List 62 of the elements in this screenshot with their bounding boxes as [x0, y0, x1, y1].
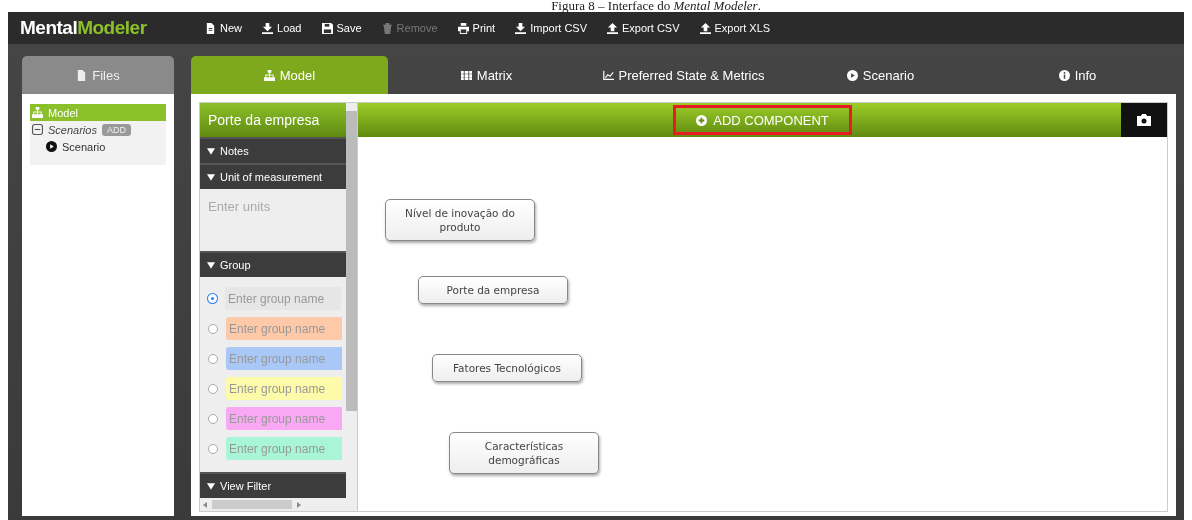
toolbar-button[interactable]: Import CSV — [515, 22, 588, 34]
tab[interactable]: Info — [979, 56, 1176, 94]
caret-down-icon — [207, 147, 215, 155]
group-name-field[interactable]: Enter group name — [226, 347, 342, 370]
section-header[interactable]: Unit of measurement — [200, 163, 346, 189]
units-field[interactable]: Enter units — [200, 189, 336, 224]
radio-button[interactable] — [208, 443, 218, 454]
group-name-field[interactable]: Enter group name — [226, 377, 342, 400]
camera-icon — [1137, 114, 1151, 126]
caret-down-icon — [207, 173, 215, 181]
section-header[interactable]: View Filter — [200, 472, 346, 498]
info-icon — [1058, 69, 1070, 81]
collapse-icon[interactable] — [32, 124, 43, 135]
caret-down-icon — [207, 261, 215, 269]
caret-down-icon — [207, 482, 215, 490]
group-name-field[interactable]: Enter group name — [225, 287, 341, 310]
section-header[interactable]: Notes — [200, 137, 346, 163]
toolbar-button[interactable]: Load — [262, 22, 302, 34]
download-icon — [262, 22, 273, 34]
upload-icon — [607, 22, 619, 34]
hierarchy-icon — [263, 69, 275, 81]
toolbar-button[interactable]: Save — [321, 22, 362, 34]
scroll-left-icon[interactable] — [203, 501, 207, 508]
group-name-field[interactable]: Enter group name — [226, 317, 342, 340]
hierarchy-icon — [32, 107, 43, 118]
plus-circle-icon — [696, 114, 708, 126]
radio-button[interactable] — [208, 353, 218, 364]
document-icon — [76, 69, 88, 81]
printer-icon — [457, 22, 469, 34]
component-title: Porte da empresa — [200, 103, 346, 137]
app-logo: MentalModeler — [20, 17, 148, 39]
download-icon — [515, 22, 527, 34]
radio-button[interactable] — [208, 413, 218, 424]
section-header[interactable]: Group — [200, 251, 346, 277]
tab[interactable]: Scenario — [782, 56, 979, 94]
toolbar-button[interactable]: Print — [457, 22, 496, 34]
group-name-field[interactable]: Enter group name — [226, 437, 342, 460]
grid-icon — [460, 69, 472, 81]
tree-item[interactable]: Scenarios — [48, 123, 97, 136]
model-node[interactable]: Nível de inovação do produto — [385, 199, 535, 242]
play-icon — [46, 141, 57, 152]
model-node[interactable]: Características demográficas — [449, 432, 599, 475]
toolbar-button[interactable]: Export XLS — [699, 22, 771, 34]
play-icon — [846, 69, 858, 81]
tab[interactable]: Matrix — [388, 56, 585, 94]
tab[interactable]: Preferred State & Metrics — [585, 56, 782, 94]
radio-button[interactable] — [208, 323, 218, 334]
model-node[interactable]: Fatores Tecnológicos — [432, 354, 582, 383]
toolbar-button[interactable]: Export CSV — [607, 22, 680, 34]
line-chart-icon — [602, 69, 614, 81]
vertical-scrollbar[interactable] — [346, 103, 357, 511]
radio-button[interactable] — [208, 383, 218, 394]
group-name-field[interactable]: Enter group name — [226, 407, 342, 430]
trash-icon — [381, 22, 393, 34]
scroll-right-icon[interactable] — [297, 501, 301, 508]
figure-caption: Figura 8 – Interface do Mental Modeler. — [550, 0, 762, 12]
model-node[interactable]: Porte da empresa — [418, 276, 568, 305]
document-icon — [205, 22, 216, 34]
upload-icon — [699, 22, 711, 34]
toolbar-button[interactable]: New — [205, 22, 242, 34]
camera-button[interactable] — [1121, 103, 1167, 137]
tree-item[interactable]: Scenario — [30, 138, 166, 155]
